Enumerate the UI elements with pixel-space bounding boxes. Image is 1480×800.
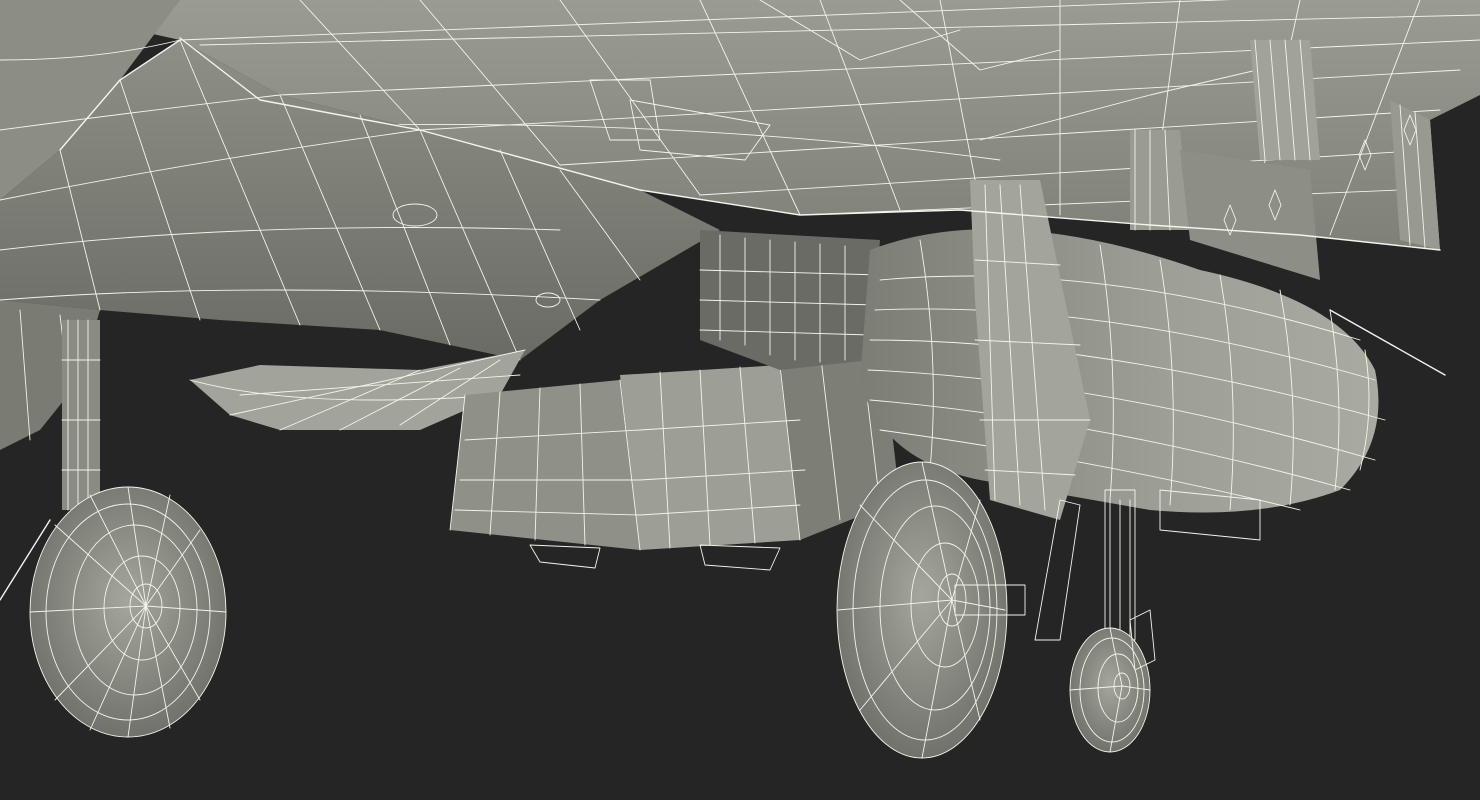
aircraft-wireframe-scene [0, 0, 1480, 800]
bay-interior [699, 230, 881, 370]
left-wheel [29, 486, 227, 738]
